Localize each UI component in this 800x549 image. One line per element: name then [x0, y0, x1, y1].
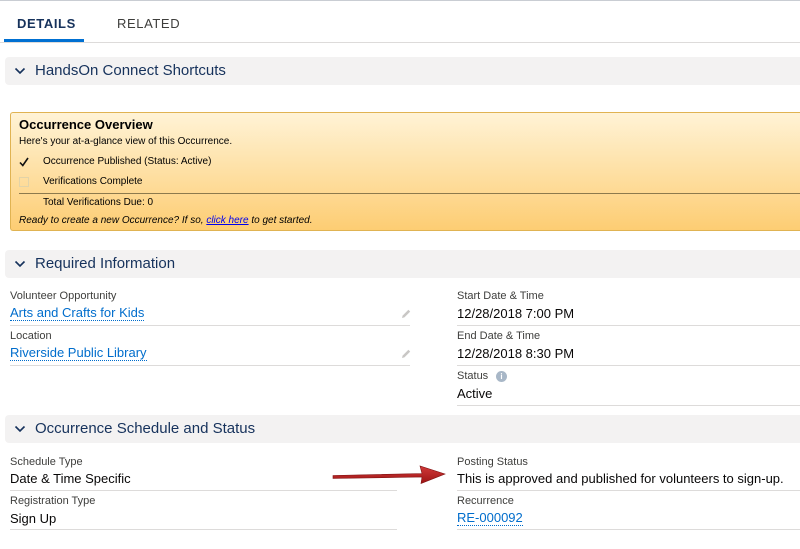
published-label: Occurrence Published (Status: Active) [43, 156, 212, 167]
tab-bar: DETAILS RELATED [0, 1, 800, 43]
verifications-label: Verifications Complete [43, 176, 143, 187]
schedule-type-value: Date & Time Specific [10, 471, 131, 486]
recurrence-link[interactable]: RE-000092 [457, 511, 523, 526]
field-divider [457, 405, 800, 406]
location-link[interactable]: Riverside Public Library [10, 346, 147, 361]
posting-status-label: Posting Status [457, 456, 528, 468]
section-header-required-information[interactable]: Required Information [5, 250, 800, 278]
start-date-value: 12/28/2018 7:00 PM [457, 306, 575, 321]
overview-divider [19, 193, 800, 194]
pencil-icon[interactable] [400, 348, 412, 360]
ready-suffix: to get started. [251, 215, 313, 226]
tab-related[interactable]: RELATED [117, 16, 180, 31]
volunteer-opportunity-link[interactable]: Arts and Crafts for Kids [10, 306, 145, 321]
field-divider [457, 529, 800, 530]
section-title: Occurrence Schedule and Status [35, 420, 256, 437]
checkmark-icon [19, 157, 29, 167]
field-divider [10, 365, 410, 366]
section-header-schedule-and-status[interactable]: Occurrence Schedule and Status [5, 415, 800, 443]
registration-type-label: Registration Type [10, 495, 96, 507]
end-date-value: 12/28/2018 8:30 PM [457, 346, 575, 361]
field-divider [457, 490, 800, 491]
new-occurrence-prompt: Ready to create a new Occurrence? If so,… [19, 215, 313, 226]
section-header-shortcuts[interactable]: HandsOn Connect Shortcuts [5, 57, 800, 85]
arrow-icon [332, 465, 446, 484]
field-divider [457, 365, 800, 366]
recurrence-label: Recurrence [457, 495, 514, 507]
volunteer-opportunity-label: Volunteer Opportunity [10, 290, 117, 302]
status-value: Active [457, 386, 493, 401]
total-verifications-due: Total Verifications Due: 0 [43, 197, 154, 208]
click-here-link[interactable]: click here [206, 215, 248, 226]
pencil-icon[interactable] [400, 308, 412, 320]
start-date-label: Start Date & Time [457, 290, 544, 302]
field-divider [10, 529, 397, 530]
tab-details[interactable]: DETAILS [17, 16, 76, 31]
registration-type-value: Sign Up [10, 511, 57, 526]
overview-subtitle: Here's your at-a-glance view of this Occ… [19, 136, 233, 147]
location-label: Location [10, 330, 52, 342]
field-divider [457, 325, 800, 326]
schedule-type-label: Schedule Type [10, 456, 83, 468]
field-divider [10, 325, 410, 326]
checkbox-icon [19, 177, 29, 187]
active-tab-indicator [4, 39, 84, 42]
section-title: HandsOn Connect Shortcuts [35, 62, 226, 79]
status-label: Status [457, 370, 489, 382]
field-divider [10, 490, 397, 491]
ready-prefix: Ready to create a new Occurrence? If so, [19, 215, 204, 226]
chevron-down-icon [14, 260, 26, 268]
section-title: Required Information [35, 255, 176, 272]
overview-title: Occurrence Overview [19, 117, 153, 132]
info-icon[interactable]: i [496, 371, 507, 382]
chevron-down-icon [14, 425, 26, 433]
chevron-down-icon [14, 67, 26, 75]
posting-status-value: This is approved and published for volun… [457, 471, 784, 486]
occurrence-overview-panel: Occurrence Overview Here's your at-a-gla… [10, 112, 800, 231]
end-date-label: End Date & Time [457, 330, 541, 342]
